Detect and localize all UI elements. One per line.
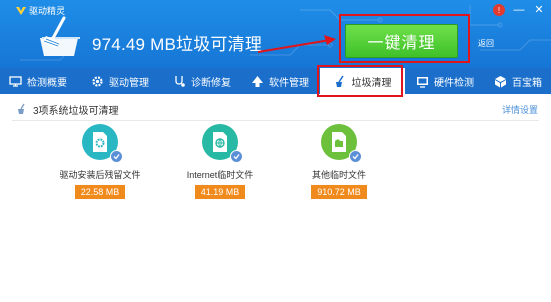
cleanup-item-driver-residue[interactable]: 驱动安装后残留文件 22.58 MB	[52, 124, 148, 199]
tab-bar: 检测概要 驱动管理 诊断修复 软件管理 垃圾清理 硬件检测 百宝箱	[0, 68, 551, 94]
item-icon-wrap	[202, 124, 243, 163]
tab-label: 检测概要	[27, 77, 67, 89]
tab-label: 百宝箱	[512, 77, 542, 89]
cleanup-item-internet-temp[interactable]: Internet临时文件 41.19 MB	[172, 124, 268, 199]
broom-box-icon	[40, 16, 80, 56]
item-label: 驱动安装后残留文件	[59, 170, 141, 180]
tab-label: 软件管理	[269, 77, 309, 89]
summary-text: 3项系统垃圾可清理	[33, 105, 119, 117]
item-label: 其他临时文件	[311, 170, 366, 180]
back-link[interactable]: 返回	[478, 38, 494, 49]
tab-label: 诊断修复	[191, 77, 231, 89]
arrow-up-icon	[251, 75, 264, 88]
gear-icon	[91, 75, 104, 88]
close-button[interactable]: ✕	[533, 4, 545, 16]
box-icon	[494, 75, 507, 88]
broom-small-icon	[18, 103, 25, 114]
tab-label: 驱动管理	[109, 77, 149, 89]
checked-icon[interactable]	[349, 150, 362, 163]
item-size-badge: 910.72 MB	[311, 185, 367, 199]
cleanup-item-other-temp[interactable]: 其他临时文件 910.72 MB	[291, 124, 387, 199]
tab-hardware-detect[interactable]: 硬件检测	[405, 68, 485, 94]
item-label: Internet临时文件	[186, 170, 254, 180]
detail-settings-link[interactable]: 详情设置	[502, 103, 538, 116]
broom-icon	[334, 75, 347, 88]
summary-left: 3项系统垃圾可清理	[16, 102, 119, 117]
tab-driver-management[interactable]: 驱动管理	[76, 68, 164, 94]
one-click-clean-button[interactable]: 一键清理	[345, 24, 458, 58]
item-icon-wrap	[82, 124, 123, 163]
tab-toolbox[interactable]: 百宝箱	[485, 68, 551, 94]
trash-size-text: 974.49 MB垃圾可清理	[92, 35, 263, 54]
window-controls: ! — ✕	[493, 4, 545, 16]
header-banner: 驱动精灵 974.49 MB垃圾可清理 返回 ! — ✕	[0, 0, 551, 68]
tab-software-management[interactable]: 软件管理	[240, 68, 320, 94]
tab-diagnose-repair[interactable]: 诊断修复	[164, 68, 240, 94]
minimize-button[interactable]: —	[513, 4, 525, 16]
monitor-icon	[9, 75, 22, 88]
item-icon-wrap	[321, 124, 362, 163]
tab-detect-overview[interactable]: 检测概要	[0, 68, 76, 94]
logo-icon	[16, 6, 26, 15]
item-size-badge: 41.19 MB	[194, 185, 246, 199]
stethoscope-icon	[173, 75, 186, 88]
checked-icon[interactable]	[230, 150, 243, 163]
item-size-badge: 22.58 MB	[74, 185, 126, 199]
tab-label: 垃圾清理	[351, 77, 392, 89]
notification-icon[interactable]: !	[493, 4, 505, 16]
screen-icon	[416, 75, 429, 88]
checked-icon[interactable]	[110, 150, 123, 163]
tab-label: 硬件检测	[434, 77, 474, 89]
tab-junk-cleanup[interactable]: 垃圾清理	[320, 68, 405, 94]
divider	[12, 120, 539, 121]
summary-row: 3项系统垃圾可清理 详情设置	[16, 100, 538, 118]
